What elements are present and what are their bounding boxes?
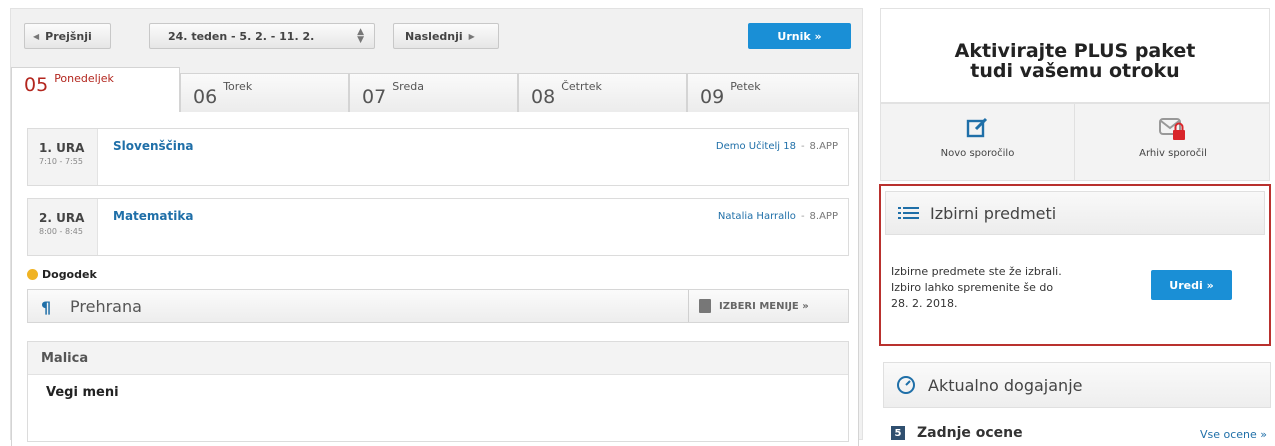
event-indicator[interactable]: Dogodek (27, 268, 97, 281)
lesson-row[interactable]: 1. URA 7:10 - 7:55 Slovenščina Demo Učit… (27, 128, 849, 186)
archive-messages-button[interactable]: Arhiv sporočil (1076, 104, 1270, 180)
tab-day-name: Sreda (392, 80, 424, 93)
tab-day-number: 06 (193, 86, 218, 108)
compose-icon (966, 117, 987, 138)
tab-day-number: 07 (362, 86, 387, 108)
tab-petek[interactable]: 09 Petek (687, 73, 859, 113)
grade-badge-icon: 5 (891, 426, 905, 440)
lesson-subject[interactable]: Slovenščina (113, 139, 194, 153)
lesson-teacher-info: Natalia Harrallo -8.APP (718, 211, 838, 222)
lesson-row[interactable]: 2. URA 8:00 - 8:45 Matematika Natalia Ha… (27, 198, 849, 256)
food-label: Prehrana (70, 297, 142, 316)
tab-day-name: Torek (223, 80, 253, 93)
new-message-label: Novo sporočilo (940, 148, 1015, 159)
caret-left-icon: ◀ (33, 31, 40, 41)
lesson-hours: 7:10 - 7:55 (39, 157, 83, 166)
lesson-period: 2. URA (39, 211, 85, 225)
event-label: Dogodek (42, 268, 97, 281)
messages-bar: Novo sporočilo Arhiv sporočil (880, 103, 1270, 181)
tab-torek[interactable]: 06 Torek (180, 73, 349, 113)
list-icon (898, 207, 919, 219)
promo-line2: tudi vašemu otroku (970, 60, 1180, 82)
menu-book-icon (699, 299, 711, 313)
lesson-time: 2. URA 8:00 - 8:45 (28, 199, 98, 255)
zadnje-ocene-header: 5 Zadnje ocene (891, 425, 1023, 441)
select-arrows-icon: ▲ ▼ (357, 27, 364, 45)
lesson-class: 8.APP (809, 211, 838, 222)
tab-day-name: Petek (730, 80, 761, 93)
lesson-teacher[interactable]: Demo Učitelj 18 (716, 141, 796, 152)
aktualno-title: Aktualno dogajanje (928, 376, 1083, 395)
choose-menu-label: IZBERI MENIJE » (719, 300, 809, 312)
archive-messages-label: Arhiv sporočil (1139, 148, 1207, 159)
tab-sreda[interactable]: 07 Sreda (349, 73, 518, 113)
day-content: 1. URA 7:10 - 7:55 Slovenščina Demo Učit… (11, 112, 859, 446)
izbirni-title: Izbirni predmeti (930, 204, 1057, 223)
urnik-button[interactable]: Urnik » (748, 23, 851, 49)
tab-day-name: Četrtek (561, 80, 602, 93)
uredi-button[interactable]: Uredi » (1151, 270, 1232, 300)
week-select[interactable]: 24. teden - 5. 2. - 11. 2. ▲ ▼ (149, 23, 375, 49)
archive-lock-icon (1159, 118, 1185, 140)
week-select-value: 24. teden - 5. 2. - 11. 2. (168, 29, 315, 43)
malica-title: Malica (28, 342, 848, 375)
separator: - (800, 141, 805, 152)
dashboard-icon (897, 376, 915, 394)
page: ◀ Prejšnji 24. teden - 5. 2. - 11. 2. ▲ ▼… (0, 0, 1275, 446)
lesson-teacher[interactable]: Natalia Harrallo (718, 211, 796, 222)
timetable-panel: ◀ Prejšnji 24. teden - 5. 2. - 11. 2. ▲ ▼… (10, 8, 863, 446)
caret-right-icon: ▶ (468, 31, 475, 41)
food-bar: ¶ Prehrana IZBERI MENIJE » (27, 289, 849, 323)
lesson-teacher-info: Demo Učitelj 18-8.APP (716, 141, 838, 152)
fork-knife-icon: ¶ (41, 298, 52, 317)
new-message-button[interactable]: Novo sporočilo (881, 104, 1075, 180)
prev-week-label: Prejšnji (45, 29, 92, 43)
izbirni-header: Izbirni predmeti (885, 191, 1265, 235)
next-week-label: Naslednji (405, 29, 463, 43)
choose-menu-button[interactable]: IZBERI MENIJE » (688, 290, 848, 322)
lesson-subject[interactable]: Matematika (113, 209, 193, 223)
all-grades-link[interactable]: Vse ocene » (1200, 428, 1267, 441)
tab-day-number: 09 (700, 86, 725, 108)
izbirni-predmeti-panel: Izbirni predmeti Izbirne predmete ste že… (879, 184, 1271, 346)
prev-week-button[interactable]: ◀ Prejšnji (24, 23, 111, 49)
tab-day-name: Ponedeljek (54, 72, 114, 85)
izbirni-text: Izbirne predmete ste že izbrali. Izbiro … (891, 265, 1062, 310)
malica-menu: Vegi meni (46, 385, 119, 400)
aktualno-header: Aktualno dogajanje (883, 362, 1271, 408)
plus-promo[interactable]: Aktivirajte PLUS paket tudi vašemu otrok… (880, 8, 1270, 103)
lesson-time: 1. URA 7:10 - 7:55 (28, 129, 98, 185)
tab-ponedeljek[interactable]: 05 Ponedeljek (11, 67, 180, 113)
separator: - (800, 211, 805, 222)
lesson-class: 8.APP (809, 141, 838, 152)
event-dot-icon (27, 269, 38, 280)
malica-box: Malica Vegi meni (27, 341, 849, 442)
zadnje-ocene-title: Zadnje ocene (917, 425, 1023, 441)
lesson-hours: 8:00 - 8:45 (39, 227, 83, 236)
day-tabs: 05 Ponedeljek 06 Torek 07 Sreda 08 Četrt… (11, 67, 859, 113)
tab-cetrtek[interactable]: 08 Četrtek (518, 73, 687, 113)
tab-day-number: 08 (531, 86, 556, 108)
tab-day-number: 05 (24, 74, 49, 96)
promo-line1: Aktivirajte PLUS paket (954, 40, 1196, 62)
lesson-period: 1. URA (39, 141, 85, 155)
next-week-button[interactable]: Naslednji ▶ (393, 23, 499, 49)
